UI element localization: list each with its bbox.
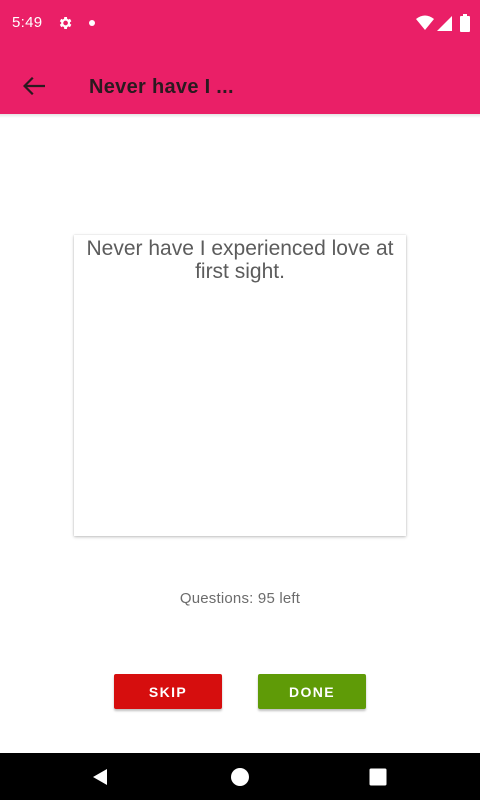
app-bar-shadow (0, 114, 480, 118)
battery-icon (460, 14, 470, 32)
notification-dot-icon (89, 20, 95, 26)
navigation-bar (0, 753, 480, 800)
question-card: Never have I experienced love at first s… (74, 235, 406, 536)
status-time: 5:49 (12, 14, 43, 31)
nav-recents-icon[interactable] (369, 768, 387, 786)
skip-button[interactable]: SKIP (114, 674, 222, 709)
remaining-count: Questions: 95 left (179, 590, 301, 607)
question-text: Never have I experienced love at first s… (86, 237, 394, 283)
page-title: Never have I ... (89, 76, 234, 98)
nav-back-icon[interactable] (90, 767, 110, 787)
done-button[interactable]: DONE (258, 674, 366, 709)
nav-home-icon[interactable] (230, 767, 250, 787)
app-bar: Never have I ... (0, 48, 480, 114)
wifi-icon (416, 15, 434, 30)
arrow-left-icon (23, 77, 45, 95)
status-bar: 5:49 (0, 0, 480, 48)
back-button[interactable] (16, 68, 52, 104)
screen: 5:49 Never have I ... Never have I exper… (0, 0, 480, 800)
signal-icon (437, 16, 452, 31)
gear-icon (59, 17, 72, 29)
